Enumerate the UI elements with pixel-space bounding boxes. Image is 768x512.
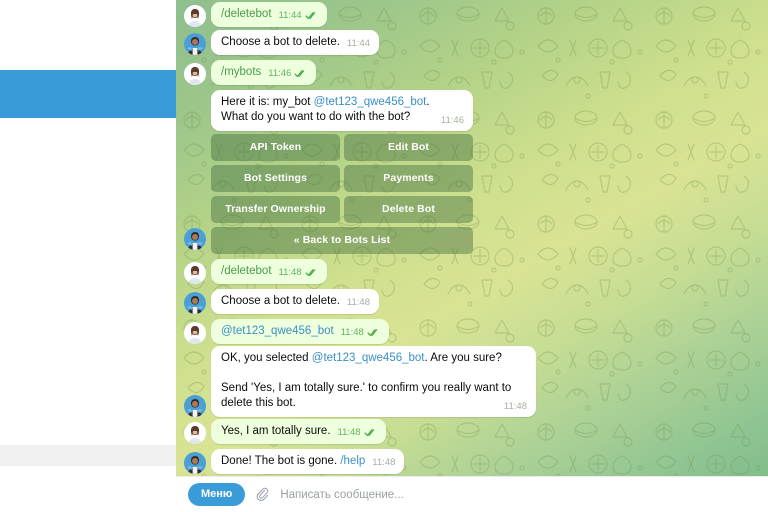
double-check-icon xyxy=(305,12,315,20)
double-check-icon xyxy=(294,70,305,78)
message-meta: 11:44 xyxy=(279,8,318,23)
avatar-bot[interactable] xyxy=(184,33,206,55)
message-text: Done! The bot is gone. /help xyxy=(221,454,365,469)
text-segment: Done! The bot is gone. xyxy=(221,455,341,467)
button-transfer-ownership[interactable]: Transfer Ownership xyxy=(211,196,340,223)
help-command-link[interactable]: /help xyxy=(340,455,365,467)
message-time: 11:48 xyxy=(346,297,370,308)
message-meta: 11:48 xyxy=(338,425,377,440)
text-segment: Here it is: my_bot xyxy=(221,96,314,108)
message-text: Choose a bot to delete. xyxy=(221,295,340,307)
avatar-bot[interactable] xyxy=(184,228,206,250)
message-bubble[interactable]: Here it is: my_bot @tet123_qwe456_bot. Wh… xyxy=(211,90,473,131)
inline-keyboard: API Token Edit Bot Bot Settings Payments… xyxy=(211,134,473,254)
text-segment: . xyxy=(426,96,430,108)
message-meta: 11:44 xyxy=(347,36,370,51)
message-time: 11:48 xyxy=(372,457,396,468)
double-check-icon xyxy=(305,269,315,277)
message-text: Here it is: my_bot @tet123_qwe456_bot. Wh… xyxy=(221,95,464,125)
message-text: /deletebot xyxy=(221,265,272,277)
bot-mention-link[interactable]: @tet123_qwe456_bot xyxy=(314,96,427,108)
avatar-bot[interactable] xyxy=(184,395,206,417)
message-time: 11:44 xyxy=(346,38,370,49)
message-row: /deletebot 11:44 xyxy=(184,2,327,27)
left-document-area xyxy=(0,0,176,512)
message-input[interactable] xyxy=(280,488,756,501)
message-bubble[interactable]: /mybots 11:46 xyxy=(211,60,317,85)
message-bubble[interactable]: /deletebot 11:48 xyxy=(211,259,327,284)
message-bubble[interactable]: Done! The bot is gone. /help 11:48 xyxy=(211,449,405,474)
double-check-icon xyxy=(367,329,378,337)
button-bot-settings[interactable]: Bot Settings xyxy=(211,165,340,192)
message-time: 11:48 xyxy=(340,327,364,338)
message-time: 11:46 xyxy=(440,115,464,126)
message-row: Yes, I am totally sure. 11:48 xyxy=(184,419,386,444)
avatar-user[interactable] xyxy=(184,5,206,27)
message-meta: 11:48 xyxy=(372,455,395,470)
message-bubble[interactable]: /deletebot 11:44 xyxy=(211,2,327,27)
message-bubble[interactable]: Choose a bot to delete. 11:48 xyxy=(211,289,379,314)
avatar-user[interactable] xyxy=(184,322,206,344)
button-api-token[interactable]: API Token xyxy=(211,134,340,161)
message-meta: 11:48 xyxy=(279,265,318,280)
message-row: Choose a bot to delete. 11:44 xyxy=(184,30,379,55)
message-bubble[interactable]: Yes, I am totally sure. 11:48 xyxy=(211,419,386,444)
message-row: Here it is: my_bot @tet123_qwe456_bot. Wh… xyxy=(184,90,473,131)
message-text: @tet123_qwe456_bot xyxy=(221,325,334,337)
message-time: 11:48 xyxy=(337,427,361,438)
text-segment: Send 'Yes, I am totally sure.' to confir… xyxy=(221,382,515,409)
avatar-bot[interactable] xyxy=(184,292,206,314)
button-back-to-bots-list[interactable]: « Back to Bots List xyxy=(211,227,473,254)
text-segment: . Are you sure? xyxy=(424,352,502,364)
message-text: OK, you selected @tet123_qwe456_bot. Are… xyxy=(221,351,527,411)
message-time: 11:46 xyxy=(268,68,292,79)
inline-keyboard-row: Transfer Ownership Delete Bot xyxy=(211,196,473,223)
message-bubble[interactable]: Choose a bot to delete. 11:44 xyxy=(211,30,379,55)
message-meta: 11:46 xyxy=(441,113,464,128)
button-payments[interactable]: Payments xyxy=(344,165,473,192)
message-meta: 11:46 xyxy=(268,66,307,81)
message-meta: 11:48 xyxy=(347,295,370,310)
message-row: OK, you selected @tet123_qwe456_bot. Are… xyxy=(184,346,536,417)
message-time: 11:48 xyxy=(503,401,527,412)
message-text: /deletebot xyxy=(221,8,272,20)
message-composer: Меню xyxy=(176,476,768,512)
text-segment: What do you want to do with the bot? xyxy=(221,111,411,123)
message-row: Done! The bot is gone. /help 11:48 xyxy=(184,449,405,474)
text-segment: OK, you selected xyxy=(221,352,312,364)
inline-keyboard-row: Bot Settings Payments xyxy=(211,165,473,192)
message-meta: 11:48 xyxy=(504,399,527,414)
message-text: /mybots xyxy=(221,66,262,78)
button-delete-bot[interactable]: Delete Bot xyxy=(344,196,473,223)
gray-band xyxy=(0,445,176,466)
message-row: Choose a bot to delete. 11:48 xyxy=(184,289,379,314)
message-bubble[interactable]: @tet123_qwe456_bot 11:48 xyxy=(211,319,389,344)
message-meta: 11:48 xyxy=(341,325,380,340)
avatar-user[interactable] xyxy=(184,63,206,85)
message-row: /mybots 11:46 xyxy=(184,60,317,85)
inline-keyboard-row: API Token Edit Bot xyxy=(211,134,473,161)
bot-mention-link[interactable]: @tet123_qwe456_bot xyxy=(312,352,425,364)
paperclip-icon[interactable] xyxy=(254,486,271,503)
message-text: Choose a bot to delete. xyxy=(221,36,340,48)
chat-panel: /deletebot 11:44 Choose a bot to delete.… xyxy=(176,0,768,512)
menu-button[interactable]: Меню xyxy=(188,483,246,506)
avatar-user[interactable] xyxy=(184,422,206,444)
avatar-bot[interactable] xyxy=(184,452,206,474)
inline-keyboard-row: « Back to Bots List xyxy=(211,227,473,254)
message-text: Yes, I am totally sure. xyxy=(221,425,331,437)
avatar-user[interactable] xyxy=(184,262,206,284)
message-row xyxy=(184,228,206,250)
double-check-icon xyxy=(364,429,374,437)
message-row: /deletebot 11:48 xyxy=(184,259,327,284)
message-time: 11:44 xyxy=(278,10,302,21)
message-list[interactable]: /deletebot 11:44 Choose a bot to delete.… xyxy=(176,0,768,512)
message-bubble[interactable]: OK, you selected @tet123_qwe456_bot. Are… xyxy=(211,346,536,417)
blue-highlight-bar xyxy=(0,70,176,118)
button-edit-bot[interactable]: Edit Bot xyxy=(344,134,473,161)
message-row: @tet123_qwe456_bot 11:48 xyxy=(184,319,389,344)
message-time: 11:48 xyxy=(278,267,302,278)
telegram-screenshot: /deletebot 11:44 Choose a bot to delete.… xyxy=(0,0,768,512)
